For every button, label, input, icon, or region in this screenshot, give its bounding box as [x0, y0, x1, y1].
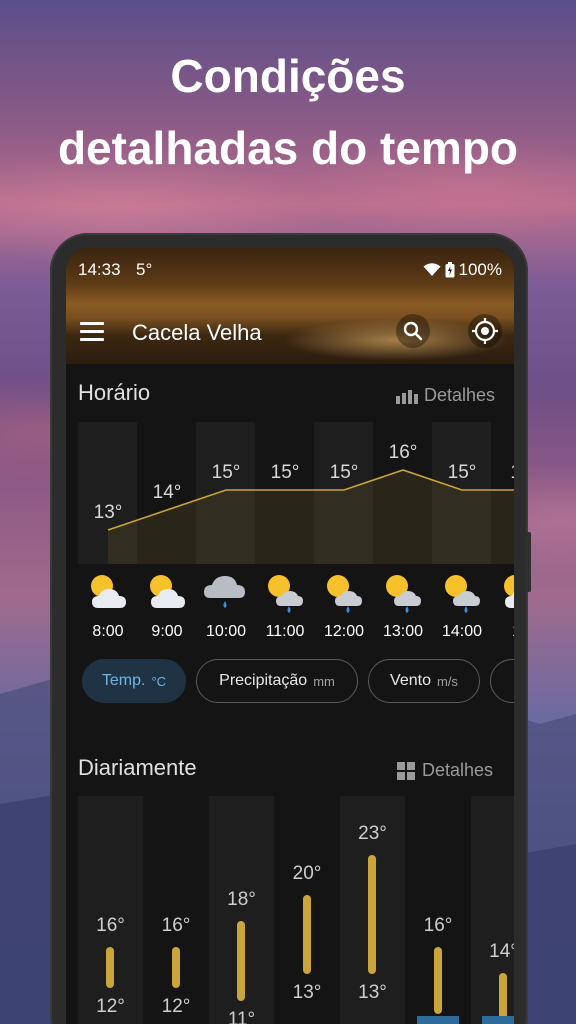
hourly-icons-row: 8:00 9:00 10:00 11:00 12:00 13:00 14:00 15 — [78, 570, 514, 650]
hour-time-label: 10:00 — [205, 623, 247, 640]
battery-percent: 100% — [458, 260, 502, 279]
hourly-details-label: Detalhes — [424, 385, 496, 405]
metric-chip[interactable]: P — [490, 659, 514, 703]
hourly-title: Horário — [78, 380, 151, 405]
battery-icon — [445, 262, 455, 278]
day-min-temp: 12° — [161, 995, 191, 1017]
hour-temp-label: 15 — [491, 462, 514, 484]
metric-chip-label: Precipitação — [219, 672, 308, 689]
status-bar: 14:33 5° 100% — [78, 260, 502, 280]
chart-icon — [396, 389, 418, 404]
metric-chip-unit: °C — [151, 673, 167, 689]
metric-chip[interactable]: Temp. °C — [82, 659, 186, 703]
daily-details-link[interactable]: Detalhes — [396, 760, 493, 781]
daily-title: Diariamente — [78, 755, 197, 780]
hour-time-label: 12:00 — [323, 623, 365, 640]
app-screen: 14:33 5° 100% Cacela Velha Horário Detal… — [66, 248, 514, 1024]
hour-time-label: 14:00 — [441, 623, 483, 640]
partly-cloudy-icon — [150, 575, 185, 608]
hourly-temperature-chart: 13° 14° 15° 15° 15° 16° 15° 15 — [78, 422, 514, 564]
grid-icon — [397, 761, 415, 780]
day-temp-range-bar — [237, 920, 245, 1001]
day-column-bg — [471, 796, 514, 1024]
hour-temp-label: 13° — [93, 502, 123, 523]
metric-chip-unit: m/s — [436, 673, 458, 689]
day-temp-range-bar — [368, 855, 376, 975]
headline-line-2: detalhadas do tempo — [57, 122, 519, 174]
hour-time-label: 13:00 — [382, 623, 424, 640]
phone-side-button — [526, 532, 531, 592]
day-min-temp: 11° — [227, 1008, 256, 1024]
hour-time-label: 8:00 — [92, 623, 124, 640]
metric-chip-label: Temp. — [101, 672, 146, 689]
promo-headline: Condições detalhadas do tempo — [0, 40, 576, 184]
partly-cloudy-icon — [91, 575, 126, 608]
sun-rain-icon — [327, 575, 362, 613]
hour-temp-label: 15° — [447, 462, 477, 483]
day-temp-range-bar — [106, 947, 114, 988]
hour-temp-label: 15° — [329, 462, 359, 483]
wifi-icon — [423, 263, 441, 276]
headline-line-1: Condições — [170, 50, 406, 102]
sun-rain-icon — [445, 575, 480, 613]
metric-chip-unit: mm — [313, 673, 335, 689]
partly-cloudy-icon — [504, 575, 514, 608]
day-min-temp: 13° — [292, 982, 322, 1004]
daily-forecast-chart: 16°12°16°12°18°11°20°13°23°13°16°10°14°9… — [78, 796, 514, 1024]
hour-time-label: 15 — [491, 623, 514, 641]
hour-time-label: 11:00 — [265, 623, 305, 640]
day-max-temp: 18° — [227, 888, 256, 910]
day-max-temp: 16° — [423, 915, 453, 936]
hourly-details-link[interactable]: Detalhes — [396, 385, 495, 406]
status-right: 100% — [423, 260, 502, 280]
day-max-temp: 23° — [358, 823, 387, 845]
city-title[interactable]: Cacela Velha — [132, 320, 262, 346]
day-temp-range-bar — [302, 894, 311, 975]
hour-temp-label: 14° — [152, 482, 182, 503]
hour-temp-label: 16° — [388, 442, 418, 463]
daily-details-label: Detalhes — [422, 760, 494, 780]
app-bar: Cacela Velha — [66, 310, 514, 354]
day-column-bg — [78, 796, 143, 1024]
menu-icon[interactable] — [80, 322, 104, 342]
day-temp-range-bar — [433, 947, 442, 1014]
metric-chip[interactable]: Vento m/s — [368, 659, 480, 703]
metric-chip-label: Vento — [390, 672, 431, 689]
metric-chip[interactable]: Precipitação mm — [196, 659, 358, 703]
day-temp-range-bar — [171, 947, 180, 988]
sun-rain-icon — [268, 575, 303, 613]
day-min-temp: 13° — [358, 982, 387, 1004]
day-precip-bar — [482, 1016, 514, 1024]
status-temperature: 5° — [136, 260, 153, 279]
search-icon[interactable] — [396, 314, 430, 348]
hour-temp-label: 15° — [270, 462, 300, 483]
day-max-temp: 14° — [489, 941, 514, 963]
metric-chips: Temp. °C Precipitação mm Vento m/s P — [82, 659, 514, 703]
status-time: 14:33 — [78, 260, 121, 279]
my-location-icon[interactable] — [468, 314, 502, 348]
hour-temp-label: 15° — [211, 462, 241, 483]
day-min-temp: 12° — [96, 995, 125, 1017]
day-max-temp: 16° — [96, 915, 125, 936]
day-max-temp: 20° — [292, 862, 322, 884]
rain-cloud-icon — [204, 576, 245, 608]
day-max-temp: 16° — [161, 915, 191, 936]
hour-time-label: 9:00 — [151, 623, 183, 640]
sun-rain-icon — [386, 575, 421, 613]
